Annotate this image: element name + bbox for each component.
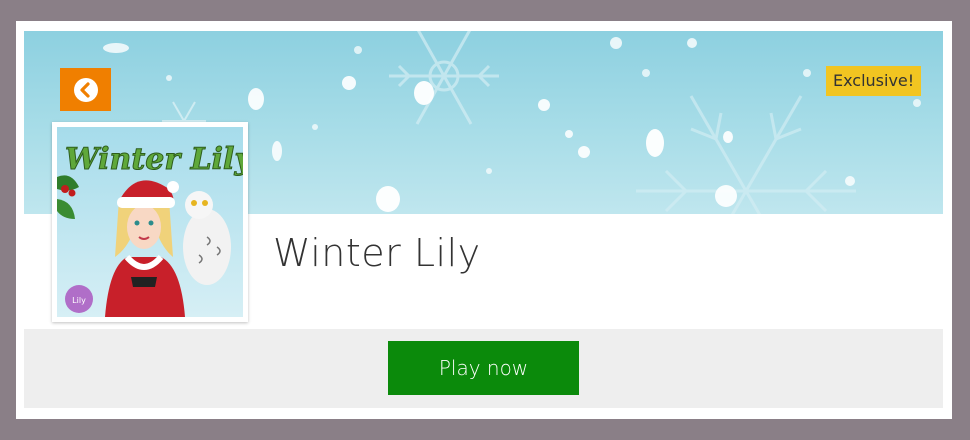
chevron-left-icon [73,77,98,102]
play-bar: Play now [24,329,943,408]
svg-text:Lily: Lily [72,296,86,305]
back-button[interactable] [60,68,111,111]
game-title: Winter Lily [273,231,481,275]
game-thumbnail[interactable]: Winter Lily Lily [52,122,248,322]
game-card: Exclusive! Winter Lily Lily Winter Lily … [16,21,952,419]
exclusive-badge: Exclusive! [826,66,922,96]
svg-text:Winter Lily: Winter Lily [65,142,243,177]
winter-lily-artwork: Winter Lily Lily [57,127,243,317]
play-now-button[interactable]: Play now [388,341,579,395]
